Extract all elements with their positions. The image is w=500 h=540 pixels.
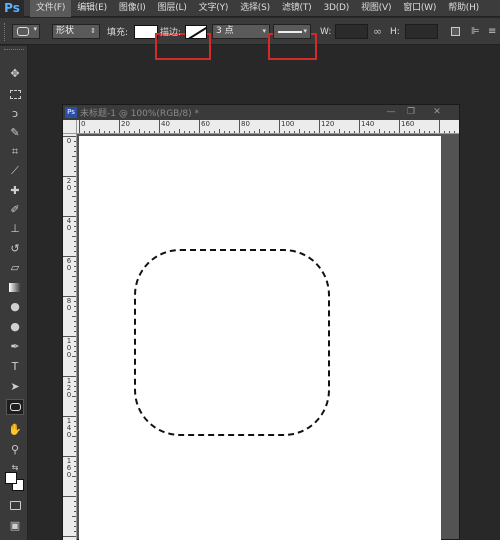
ruler-label: 40 bbox=[161, 120, 170, 128]
app-logo: Ps bbox=[0, 0, 24, 17]
updown-arrow-icon: ⇕ bbox=[90, 27, 96, 35]
document-tab[interactable]: Ps 未标题-1 @ 100%(RGB/8) * — ❐ ✕ bbox=[63, 105, 459, 120]
quick-mask-icon[interactable] bbox=[6, 498, 24, 514]
menu-image[interactable]: 图像(I) bbox=[113, 0, 152, 17]
crop-tool-icon[interactable]: ⌗ bbox=[6, 144, 24, 160]
rounded-rect-icon bbox=[17, 27, 29, 36]
rounded-rect-tool-icon[interactable] bbox=[6, 399, 24, 415]
ruler-label: 100 bbox=[281, 120, 295, 128]
restore-button[interactable]: ❐ bbox=[401, 106, 421, 118]
ruler-label: 140 bbox=[361, 120, 375, 128]
menu-layer[interactable]: 图层(L) bbox=[152, 0, 193, 17]
horizontal-ruler: 0 20 40 60 80 100 120 140 160 bbox=[77, 120, 459, 134]
document-title: 未标题-1 @ 100%(RGB/8) * bbox=[80, 109, 199, 119]
chevron-down-icon: ▾ bbox=[303, 27, 307, 35]
quick-select-tool-icon[interactable]: ✎ bbox=[6, 125, 24, 141]
brush-tool-icon[interactable]: ✐ bbox=[6, 202, 24, 218]
ruler-label: 0 bbox=[66, 137, 72, 145]
fill-label: 填充: bbox=[107, 28, 129, 38]
stroke-type-dropdown[interactable]: ▾ bbox=[273, 18, 311, 45]
dodge-tool-icon[interactable]: ● bbox=[6, 319, 24, 335]
ruler-label: 0 bbox=[81, 120, 86, 128]
options-bar: ▾ 形状 ⇕ 填充: 描边: 3 点 ▾ ▾ W: ∞ H: ⊫ ≡ bbox=[0, 18, 500, 60]
hand-tool-icon[interactable]: ✋ bbox=[6, 422, 24, 438]
toolbar-grip bbox=[4, 18, 6, 45]
zoom-tool-icon[interactable]: ⚲ bbox=[6, 442, 24, 458]
ruler-label: 1 2 0 bbox=[66, 377, 72, 399]
ruler-label: 8 0 bbox=[66, 297, 72, 312]
height-field[interactable] bbox=[405, 18, 438, 45]
ruler-label: 1 0 0 bbox=[66, 337, 72, 359]
menu-view[interactable]: 视图(V) bbox=[355, 0, 397, 17]
path-operations-icon bbox=[451, 27, 460, 36]
ruler-label: 160 bbox=[401, 120, 415, 128]
type-tool-icon[interactable]: T bbox=[6, 359, 24, 375]
healing-tool-icon[interactable]: ✚ bbox=[6, 183, 24, 199]
link-icon[interactable]: ∞ bbox=[373, 25, 382, 38]
eyedropper-tool-icon[interactable]: ⟋ bbox=[6, 163, 24, 179]
ruler-label: 4 0 bbox=[66, 217, 72, 232]
ruler-label: 2 0 bbox=[66, 177, 72, 192]
width-label: W: bbox=[320, 26, 332, 37]
marquee-tool-icon[interactable] bbox=[6, 87, 24, 103]
path-arrangement-icon: ≡ bbox=[488, 26, 497, 37]
stamp-tool-icon[interactable]: ⊥ bbox=[6, 221, 24, 237]
ruler-label: 1 6 0 bbox=[66, 457, 72, 479]
gradient-tool-icon[interactable] bbox=[6, 280, 24, 296]
menu-file[interactable]: 文件(F) bbox=[30, 0, 72, 17]
path-alignment-button[interactable]: ⊫ bbox=[471, 18, 480, 45]
ps-document-icon: Ps bbox=[65, 107, 77, 118]
path-alignment-icon: ⊫ bbox=[471, 26, 480, 37]
stroke-label: 描边: bbox=[160, 28, 182, 38]
mode-dropdown[interactable]: 形状 ⇕ bbox=[52, 18, 100, 45]
tool-preset-picker[interactable]: ▾ bbox=[12, 18, 40, 45]
foreground-color-swatch[interactable] bbox=[5, 472, 17, 484]
path-select-tool-icon[interactable]: ➤ bbox=[6, 379, 24, 395]
menu-type[interactable]: 文字(Y) bbox=[193, 0, 235, 17]
tools-panel-grip bbox=[4, 49, 24, 55]
path-arrangement-button[interactable]: ≡ bbox=[488, 18, 496, 45]
vertical-ruler: 0 2 0 4 0 6 0 8 0 1 0 0 1 2 0 1 4 0 1 6 0 bbox=[63, 134, 77, 540]
ruler-origin[interactable] bbox=[63, 120, 77, 134]
no-color-slash-icon bbox=[186, 25, 206, 38]
width-field[interactable] bbox=[335, 18, 368, 45]
ruler-label: 6 0 bbox=[66, 257, 72, 272]
screen-mode-icon[interactable]: ▣ bbox=[6, 518, 24, 534]
lasso-tool-icon[interactable]: ↄ bbox=[6, 106, 24, 122]
chevron-down-icon: ▾ bbox=[262, 27, 266, 35]
solid-line-icon bbox=[278, 31, 302, 33]
close-button[interactable]: ✕ bbox=[427, 106, 447, 118]
menu-3d[interactable]: 3D(D) bbox=[317, 0, 355, 17]
height-label: H: bbox=[390, 26, 400, 37]
menu-filter[interactable]: 滤镜(T) bbox=[276, 0, 318, 17]
ruler-label: 1 4 0 bbox=[66, 417, 72, 439]
menu-edit[interactable]: 编辑(E) bbox=[71, 0, 113, 17]
minimize-button[interactable]: — bbox=[381, 106, 401, 118]
menu-bar: Ps 文件(F) 编辑(E) 图像(I) 图层(L) 文字(Y) 选择(S) 滤… bbox=[0, 0, 500, 17]
menu-select[interactable]: 选择(S) bbox=[234, 0, 276, 17]
menu-window[interactable]: 窗口(W) bbox=[397, 0, 442, 17]
tools-panel: ✥ ↄ ✎ ⌗ ⟋ ✚ ✐ ⊥ ↺ ▱ ● ● ✒ T ➤ ✋ ⚲ ⇆ ▣ bbox=[0, 46, 28, 540]
ruler-label: 60 bbox=[201, 120, 210, 128]
move-tool-icon[interactable]: ✥ bbox=[6, 66, 24, 82]
pen-tool-icon[interactable]: ✒ bbox=[6, 339, 24, 355]
stroke-width-dropdown[interactable]: 3 点 ▾ bbox=[212, 18, 270, 45]
chevron-down-icon: ▾ bbox=[33, 25, 37, 33]
ruler-label: 20 bbox=[121, 120, 130, 128]
ruler-label: 120 bbox=[321, 120, 335, 128]
menu-help[interactable]: 帮助(H) bbox=[442, 0, 485, 17]
canvas[interactable] bbox=[79, 136, 441, 540]
path-operations-button[interactable] bbox=[451, 18, 460, 45]
eraser-tool-icon[interactable]: ▱ bbox=[6, 260, 24, 276]
blur-tool-icon[interactable]: ● bbox=[6, 299, 24, 315]
document-window: Ps 未标题-1 @ 100%(RGB/8) * — ❐ ✕ 0 20 40 60 80… bbox=[62, 104, 460, 540]
ruler-label: 80 bbox=[241, 120, 250, 128]
dashed-rounded-rectangle[interactable] bbox=[134, 249, 330, 436]
stroke-swatch[interactable] bbox=[185, 18, 207, 45]
history-brush-tool-icon[interactable]: ↺ bbox=[6, 241, 24, 257]
